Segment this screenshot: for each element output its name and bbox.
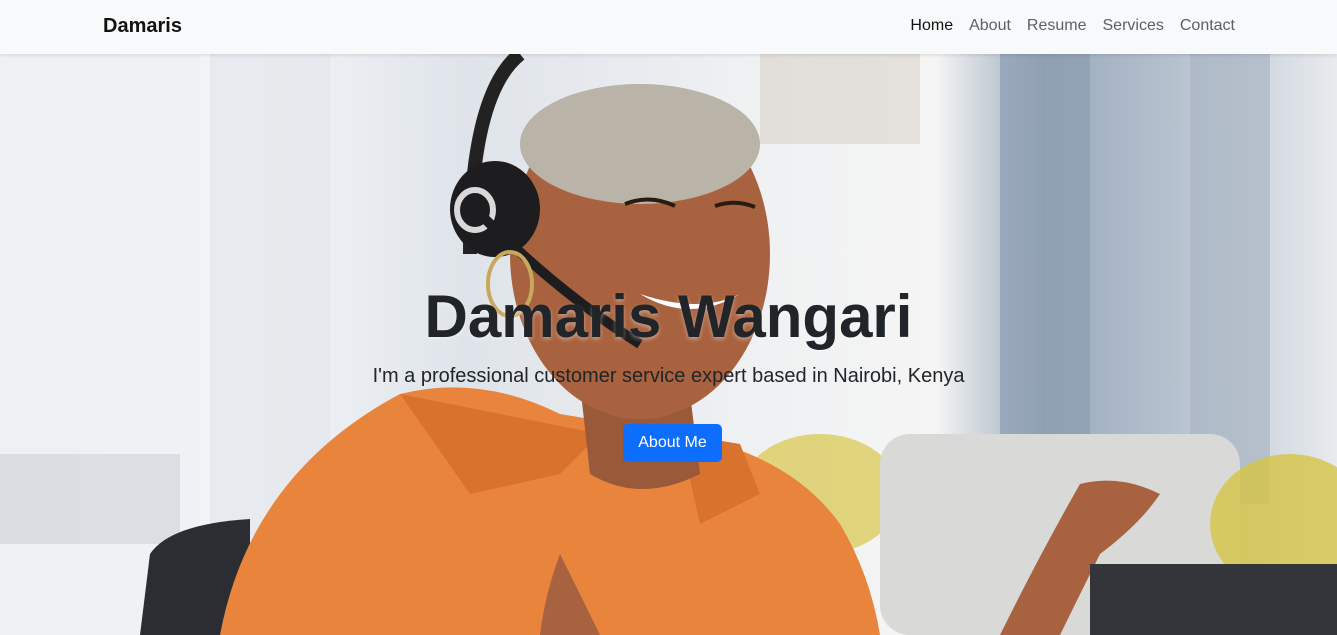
hero-section: Damaris Wangari I'm a professional custo…: [0, 54, 1337, 635]
nav-link-contact[interactable]: Contact: [1180, 17, 1235, 35]
nav-link-resume[interactable]: Resume: [1027, 17, 1087, 35]
nav-link-services[interactable]: Services: [1103, 17, 1164, 35]
hero-content: Damaris Wangari I'm a professional custo…: [0, 54, 1337, 635]
nav-link-about[interactable]: About: [969, 17, 1011, 35]
nav-link-home[interactable]: Home: [910, 17, 953, 35]
nav-links: Home About Resume Services Contact: [910, 17, 1235, 35]
about-me-button[interactable]: About Me: [623, 424, 722, 462]
hero-title: Damaris Wangari: [424, 283, 913, 350]
navbar: Damaris Home About Resume Services Conta…: [0, 0, 1337, 54]
hero-subtitle: I'm a professional customer service expe…: [372, 365, 965, 387]
brand-logo[interactable]: Damaris: [103, 15, 182, 38]
